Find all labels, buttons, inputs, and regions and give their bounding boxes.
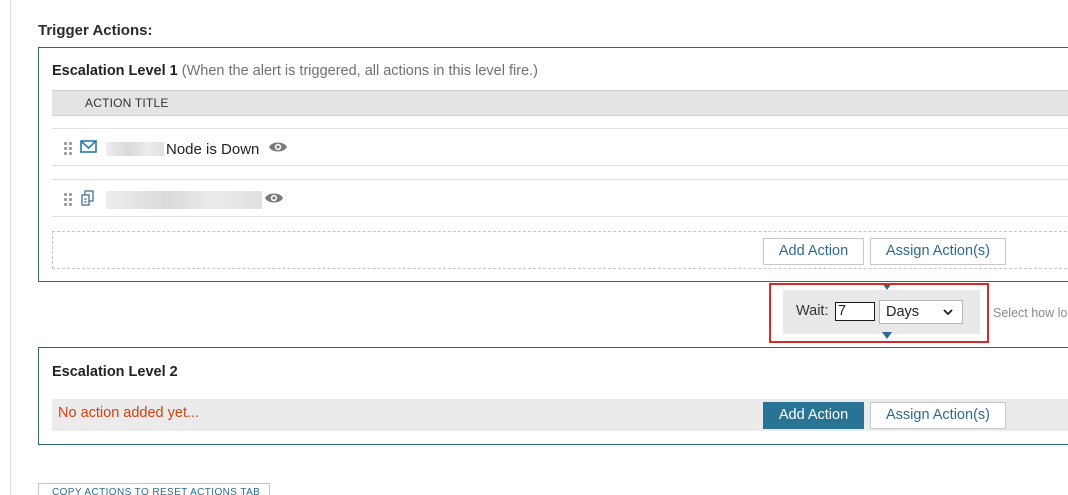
action-drop-zone[interactable]: Add Action Assign Action(s) bbox=[52, 231, 1068, 269]
add-action-button[interactable]: Add Action bbox=[763, 238, 864, 265]
escalation-level-2-title: Escalation Level 2 bbox=[52, 364, 178, 380]
escalation-level-1-title: Escalation Level 1 bbox=[52, 63, 178, 79]
escalation-level-1-panel: Escalation Level 1 (When the alert is tr… bbox=[38, 47, 1068, 282]
arrow-down-icon bbox=[882, 332, 892, 339]
wait-help-text: Select how lo bbox=[993, 306, 1068, 320]
drag-handle-icon[interactable] bbox=[64, 193, 73, 207]
left-divider bbox=[10, 0, 11, 495]
escalation-level-2-panel: Escalation Level 2 No action added yet..… bbox=[38, 347, 1068, 445]
eye-icon[interactable] bbox=[268, 140, 288, 154]
action-row[interactable]: Node is Down bbox=[52, 128, 1068, 166]
eye-icon[interactable] bbox=[264, 191, 284, 205]
drag-handle-icon[interactable] bbox=[64, 142, 73, 156]
add-action-button[interactable]: Add Action bbox=[763, 402, 864, 429]
redacted-text bbox=[106, 191, 262, 209]
escalation-level-1-hint: (When the alert is triggered, all action… bbox=[181, 63, 538, 79]
redacted-text bbox=[106, 142, 164, 156]
action-title[interactable]: Node is Down bbox=[166, 141, 259, 158]
no-action-message: No action added yet... bbox=[58, 405, 200, 421]
assign-actions-button[interactable]: Assign Action(s) bbox=[870, 402, 1006, 429]
empty-actions-bar: No action added yet... Add Action Assign… bbox=[52, 399, 1068, 431]
column-header-action-title[interactable]: ACTION TITLE bbox=[85, 96, 169, 110]
assign-actions-button[interactable]: Assign Action(s) bbox=[870, 238, 1006, 265]
action-row[interactable] bbox=[52, 179, 1068, 217]
actions-table-header: ACTION TITLE bbox=[52, 90, 1068, 116]
wait-highlight-box bbox=[769, 283, 989, 343]
document-icon bbox=[80, 190, 98, 206]
envelope-icon bbox=[80, 139, 98, 155]
escalation-level-1-header: Escalation Level 1 (When the alert is tr… bbox=[52, 63, 538, 79]
section-title: Trigger Actions: bbox=[38, 22, 153, 39]
copy-actions-button[interactable]: COPY ACTIONS TO RESET ACTIONS TAB bbox=[38, 483, 270, 495]
